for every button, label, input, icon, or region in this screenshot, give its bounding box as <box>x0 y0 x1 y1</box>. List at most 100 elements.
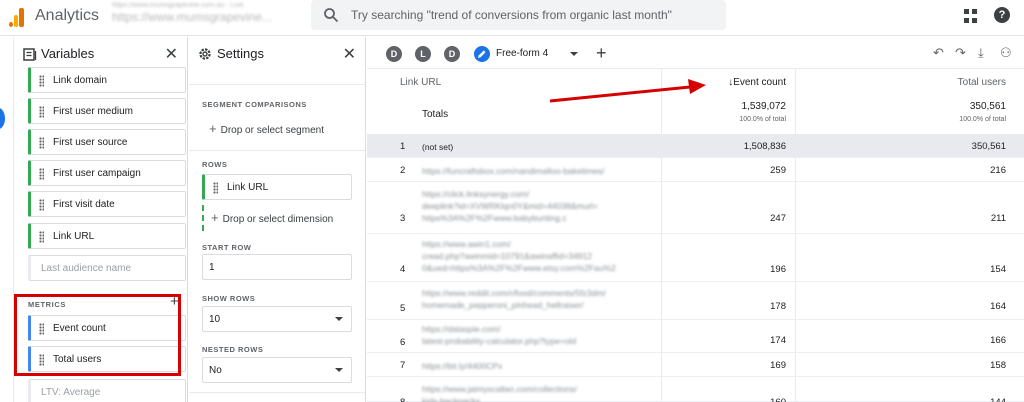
drag-handle-icon[interactable] <box>39 168 44 180</box>
metric-chip-placeholder[interactable]: LTV: Average <box>28 379 186 402</box>
close-icon[interactable]: ✕ <box>343 44 356 64</box>
chip-label: First user campaign <box>53 168 141 179</box>
plus-icon: + <box>209 121 217 136</box>
table-row[interactable]: 5 https://www.reddit.com/r/food/comments… <box>367 282 1024 320</box>
chip-label: Link domain <box>53 75 107 86</box>
redo-icon[interactable]: ↷ <box>955 45 966 61</box>
search-placeholder: Try searching "trend of conversions from… <box>351 8 672 22</box>
row-total-users: 216 <box>990 165 1006 176</box>
exploration-canvas: D L D Free-form 4 + ↶ ↷ ⤓ ⚇ Link URL ↓Ev… <box>367 37 1024 402</box>
table-row[interactable]: 7 https://bit.ly/4400CPx 169 158 <box>367 353 1024 377</box>
undo-icon[interactable]: ↶ <box>933 45 944 61</box>
chip-label: First user source <box>53 137 128 148</box>
divider <box>189 150 365 151</box>
variables-icon <box>23 48 37 61</box>
row-total-users: 164 <box>990 301 1006 312</box>
chevron-down-icon[interactable] <box>570 52 578 56</box>
edit-pencil-icon[interactable] <box>474 46 490 62</box>
segment-badge[interactable]: D <box>444 46 460 62</box>
row-event-count: 247 <box>770 213 786 224</box>
row-index: 3 <box>400 213 406 224</box>
drag-handle-icon[interactable] <box>39 199 44 211</box>
row-index: 5 <box>400 303 406 314</box>
drop-dimension-row[interactable]: + Drop or select dimension <box>211 210 333 225</box>
drag-handle-icon[interactable] <box>39 75 44 87</box>
row-link-url: https://dataspie.com/ latest-probability… <box>422 324 577 346</box>
chip-label: Link URL <box>227 182 269 193</box>
nested-rows-select[interactable]: No <box>202 357 352 383</box>
table-row[interactable]: 1 (not set) 1,508,836 350,561 <box>367 135 1024 158</box>
tab-bar: D L D Free-form 4 + ↶ ↷ ⤓ ⚇ <box>367 37 1024 69</box>
search-icon <box>324 8 339 23</box>
chevron-down-icon <box>335 368 343 372</box>
table-row[interactable]: 6 https://dataspie.com/ latest-probabili… <box>367 320 1024 353</box>
drag-handle-icon[interactable] <box>39 231 44 243</box>
total-event-count: 1,539,072 <box>741 101 787 112</box>
variables-header: Variables ✕ <box>14 37 187 70</box>
chip-label: First visit date <box>53 199 115 210</box>
drag-handle-icon[interactable] <box>213 182 218 194</box>
drag-handle-icon[interactable] <box>39 137 44 149</box>
download-icon[interactable]: ⤓ <box>978 45 984 61</box>
table-row[interactable]: 2 https://funcraftsbox.com/nandimalloo-b… <box>367 158 1024 182</box>
row-event-count: 1,508,836 <box>743 141 786 152</box>
row-total-users: 211 <box>990 213 1006 224</box>
chevron-down-icon <box>335 317 343 321</box>
row-index: 1 <box>400 141 406 152</box>
search-bar[interactable]: Try searching "trend of conversions from… <box>311 0 726 30</box>
drag-handle-icon[interactable] <box>39 106 44 118</box>
segment-badge[interactable]: L <box>415 46 431 62</box>
nav-indicator[interactable] <box>0 108 5 129</box>
dimension-chip[interactable]: First visit date <box>28 191 186 217</box>
app-title: Analytics <box>35 7 100 24</box>
apps-grid-icon[interactable] <box>964 9 978 23</box>
segment-comparisons-label: SEGMENT COMPARISONS <box>202 100 307 109</box>
chip-label: First user medium <box>53 106 134 117</box>
help-icon[interactable]: ? <box>994 7 1010 23</box>
rows-label: ROWS <box>202 160 228 169</box>
total-users-pct: 100.0% of total <box>959 116 1006 123</box>
variables-title: Variables <box>41 46 95 61</box>
plus-icon: + <box>211 210 219 225</box>
row-link-url: https://click.linksynergy.com/ deeplink?… <box>422 189 599 223</box>
totals-row: Totals 1,539,072 100.0% of total 350,561… <box>367 93 1024 135</box>
start-row-input[interactable]: 1 <box>202 254 352 280</box>
drop-segment-target[interactable]: + Drop or select segment <box>209 121 324 136</box>
row-event-count: 160 <box>726 397 786 402</box>
account-line-1: https://www.mumsgrapevine.com.au - Live <box>112 2 244 9</box>
table-row[interactable]: 8 https://www.jaimyscallan.com/collectio… <box>367 377 1024 402</box>
row-event-count: 178 <box>770 301 786 312</box>
analytics-logo-icon[interactable] <box>9 7 25 27</box>
row-event-count: 174 <box>770 335 786 346</box>
account-line-2: https://www.mumsgrapevine... <box>112 10 273 24</box>
dimension-chip-placeholder[interactable]: Last audience name <box>28 255 186 281</box>
table-row[interactable]: 3 https://click.linksynergy.com/ deeplin… <box>367 182 1024 234</box>
gear-icon <box>199 48 211 60</box>
row-index: 2 <box>400 165 406 176</box>
account-selector[interactable]: https://www.mumsgrapevine.com.au - Live … <box>112 2 302 24</box>
row-chip[interactable]: Link URL <box>202 174 352 200</box>
dimension-chip[interactable]: Link URL <box>28 223 186 249</box>
close-icon[interactable]: ✕ <box>165 44 178 64</box>
add-tab-icon[interactable]: + <box>596 43 607 64</box>
dimension-chip[interactable]: First user campaign <box>28 160 186 186</box>
row-total-users: 158 <box>990 360 1006 371</box>
metrics-highlight-box <box>14 294 181 376</box>
show-rows-select[interactable]: 10 <box>202 306 352 332</box>
nested-rows-value: No <box>209 365 222 376</box>
table-row[interactable]: 4 https://www.awin1.com/ cread.php?awinm… <box>367 234 1024 282</box>
row-event-count: 196 <box>770 264 786 275</box>
total-event-count-pct: 100.0% of total <box>739 116 786 123</box>
segment-badge[interactable]: D <box>386 46 402 62</box>
dimension-chip[interactable]: Link domain <box>28 67 186 93</box>
row-link-url: https://bit.ly/4400CPx <box>422 361 503 371</box>
row-link-url: https://www.awin1.com/ cread.php?awinmid… <box>422 239 616 273</box>
row-total-users: 144 <box>946 397 1006 402</box>
dimension-chip[interactable]: First user medium <box>28 98 186 124</box>
drop-dimension-label: Drop or select dimension <box>222 214 334 225</box>
settings-title: Settings <box>217 46 264 61</box>
share-users-icon[interactable]: ⚇ <box>1000 45 1012 61</box>
tab-free-form[interactable]: Free-form 4 <box>496 48 548 59</box>
row-link-url: https://funcraftsbox.com/nandimalloo-bak… <box>422 166 605 176</box>
dimension-chip[interactable]: First user source <box>28 129 186 155</box>
